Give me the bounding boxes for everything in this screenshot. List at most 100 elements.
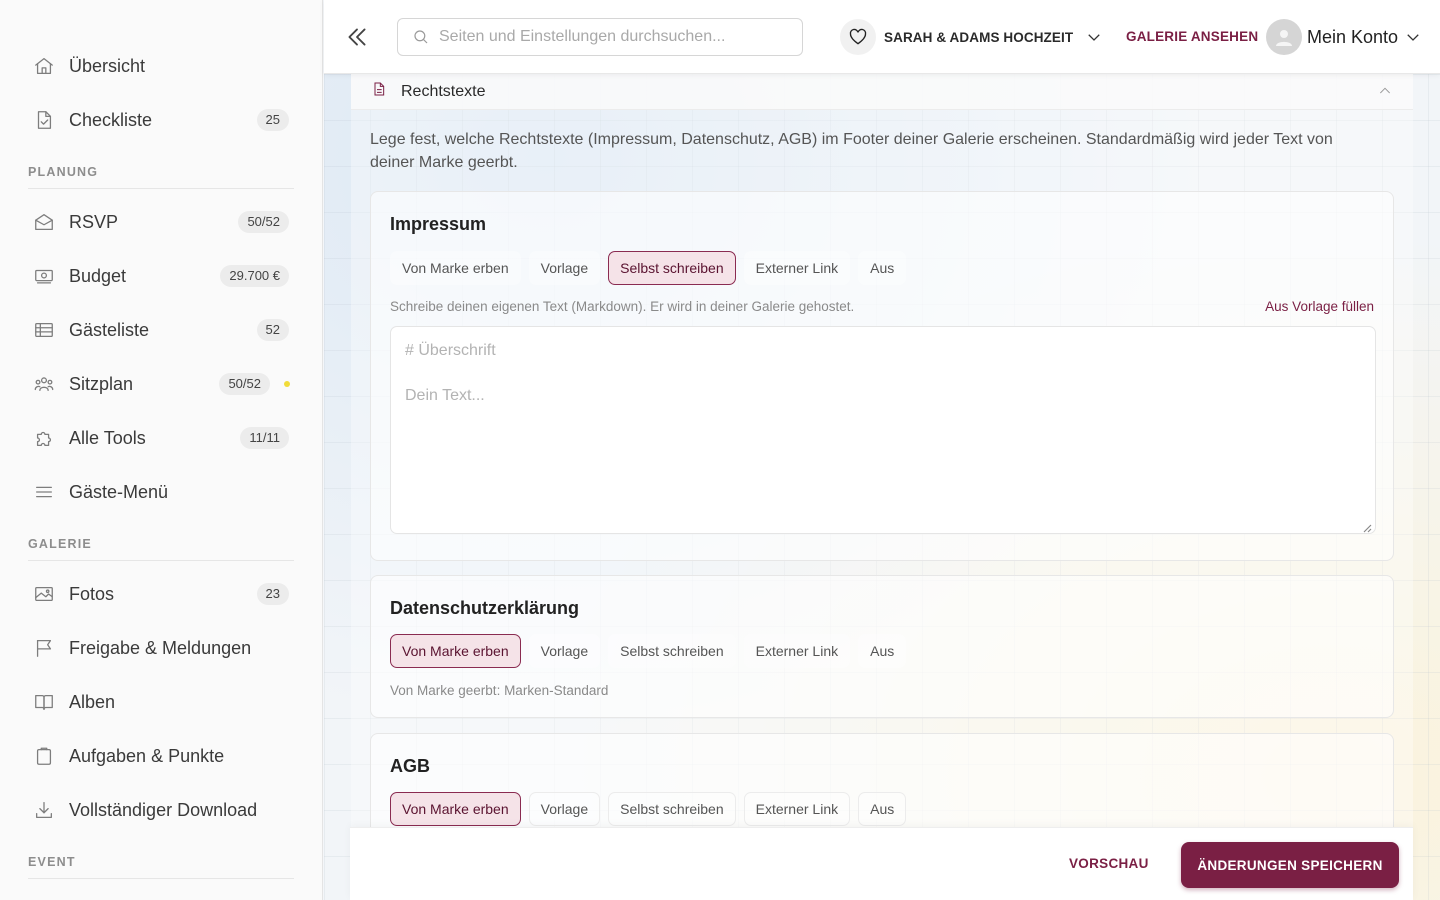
top-bar: SARAH & ADAMS HOCHZEIT GALERIE ANSEHEN M… xyxy=(324,0,1440,74)
option-write-own[interactable]: Selbst schreiben xyxy=(608,251,736,285)
clipboard-icon xyxy=(32,744,56,768)
datenschutz-card: Datenschutzerklärung Von Marke erben Vor… xyxy=(370,575,1394,718)
puzzle-icon xyxy=(32,426,56,450)
chevron-up-icon[interactable] xyxy=(1377,83,1393,104)
option-template[interactable]: Vorlage xyxy=(528,792,601,826)
sidebar-item-alle-tools[interactable]: Alle Tools 11/11 xyxy=(0,411,322,465)
sidebar-item-label: Übersicht xyxy=(69,55,146,76)
text-placeholder: Dein Text... xyxy=(405,387,485,404)
event-switcher[interactable]: SARAH & ADAMS HOCHZEIT xyxy=(840,19,1103,55)
heading-placeholder: # Überschrift xyxy=(405,342,496,359)
panel-header[interactable]: Rechtstexte xyxy=(351,74,1413,110)
heart-icon xyxy=(840,19,876,55)
sidebar: Übersicht Checkliste 25 PLANUNG RSVP 50/… xyxy=(0,0,323,900)
impressum-mode-selector: Von Marke erben Vorlage Selbst schreiben… xyxy=(390,251,907,285)
sidebar-item-download[interactable]: Vollständiger Download xyxy=(0,783,322,837)
option-external-link[interactable]: Externer Link xyxy=(743,634,851,668)
sidebar-item-label: Budget xyxy=(69,265,127,286)
sidebar-item-label: RSVP xyxy=(69,211,119,232)
sidebar-item-gaesteliste[interactable]: Gästeliste 52 xyxy=(0,303,322,357)
option-write-own[interactable]: Selbst schreiben xyxy=(608,792,736,826)
search-box[interactable] xyxy=(397,18,803,56)
count-badge: 23 xyxy=(256,583,289,605)
count-badge: 25 xyxy=(256,109,289,131)
section-title-planung: PLANUNG xyxy=(28,165,294,189)
sidebar-item-label: Vollständiger Download xyxy=(69,799,258,820)
sidebar-item-aufgaben[interactable]: Aufgaben & Punkte xyxy=(0,729,322,783)
document-icon xyxy=(371,81,387,102)
chevron-down-icon xyxy=(1085,28,1103,46)
amount-badge: 29.700 € xyxy=(220,265,289,287)
sidebar-item-label: Gästeliste xyxy=(69,319,150,340)
option-write-own[interactable]: Selbst schreiben xyxy=(608,634,736,668)
checklist-icon xyxy=(32,108,56,132)
agb-mode-selector: Von Marke erben Vorlage Selbst schreiben… xyxy=(390,792,907,826)
count-badge: 11/11 xyxy=(240,427,289,449)
sidebar-item-label: Gäste-Menü xyxy=(69,481,169,502)
sidebar-item-budget[interactable]: Budget 29.700 € xyxy=(0,249,322,303)
preview-button[interactable]: VORSCHAU xyxy=(1069,856,1149,871)
people-icon xyxy=(32,372,56,396)
chevron-down-icon xyxy=(1404,28,1422,46)
sidebar-item-label: Alle Tools xyxy=(69,427,146,448)
image-icon xyxy=(32,582,56,606)
view-gallery-link[interactable]: GALERIE ANSEHEN xyxy=(1126,29,1258,44)
sidebar-item-fotos[interactable]: Fotos 23 xyxy=(0,567,322,621)
option-external-link[interactable]: Externer Link xyxy=(743,251,851,285)
search-icon xyxy=(414,30,428,44)
card-title: AGB xyxy=(390,756,430,776)
count-badge: 52 xyxy=(256,319,289,341)
impressum-hint: Schreibe deinen eigenen Text (Markdown).… xyxy=(390,299,855,314)
sidebar-item-label: Fotos xyxy=(69,583,115,604)
menu-icon xyxy=(32,480,56,504)
main-content: Rechtstexte Lege fest, welche Rechtstext… xyxy=(324,74,1440,900)
money-icon xyxy=(32,264,56,288)
section-title-event: EVENT xyxy=(28,855,294,879)
sidebar-item-label: Checkliste xyxy=(69,109,153,130)
collapse-sidebar-button[interactable] xyxy=(344,24,370,50)
user-icon xyxy=(1276,30,1292,46)
fill-from-template-link[interactable]: Aus Vorlage füllen xyxy=(1265,299,1374,314)
count-badge: 50/52 xyxy=(238,211,289,233)
option-inherit[interactable]: Von Marke erben xyxy=(390,792,521,826)
sidebar-item-checkliste[interactable]: Checkliste 25 xyxy=(0,93,322,147)
avatar xyxy=(1266,19,1302,55)
impressum-text-editor[interactable]: # Überschrift Dein Text... xyxy=(390,326,1376,534)
option-template[interactable]: Vorlage xyxy=(528,634,601,668)
sidebar-item-gaeste-menue[interactable]: Gäste-Menü xyxy=(0,465,322,519)
search-input[interactable] xyxy=(439,28,779,46)
option-inherit[interactable]: Von Marke erben xyxy=(390,634,521,668)
save-changes-button[interactable]: ÄNDERUNGEN SPEICHERN xyxy=(1181,842,1399,888)
resize-handle-icon[interactable] xyxy=(1362,520,1372,533)
datenschutz-mode-selector: Von Marke erben Vorlage Selbst schreiben… xyxy=(390,634,907,668)
home-icon xyxy=(32,54,56,78)
account-menu[interactable]: Mein Konto xyxy=(1266,18,1422,56)
sidebar-item-label: Freigabe & Meldungen xyxy=(69,637,252,658)
card-title: Impressum xyxy=(390,214,487,234)
sidebar-item-sitzplan[interactable]: Sitzplan 50/52 xyxy=(0,357,322,411)
option-off[interactable]: Aus xyxy=(858,251,907,285)
option-inherit[interactable]: Von Marke erben xyxy=(390,251,521,285)
panel-description: Lege fest, welche Rechtstexte (Impressum… xyxy=(370,131,1333,171)
sidebar-item-alben[interactable]: Alben xyxy=(0,675,322,729)
option-off[interactable]: Aus xyxy=(858,792,907,826)
section-title-galerie: GALERIE xyxy=(28,537,294,561)
datenschutz-hint: Von Marke geerbt: Marken-Standard xyxy=(390,683,609,698)
flag-icon xyxy=(32,636,56,660)
sidebar-item-uebersicht[interactable]: Übersicht xyxy=(0,39,322,93)
envelope-icon xyxy=(32,210,56,234)
event-name: SARAH & ADAMS HOCHZEIT xyxy=(884,29,1074,45)
sidebar-item-label: Aufgaben & Punkte xyxy=(69,745,225,766)
sidebar-item-rsvp[interactable]: RSVP 50/52 xyxy=(0,195,322,249)
download-icon xyxy=(32,798,56,822)
double-chevron-left-icon xyxy=(348,28,366,46)
notification-dot xyxy=(284,381,290,387)
option-external-link[interactable]: Externer Link xyxy=(743,792,851,826)
sidebar-item-freigabe[interactable]: Freigabe & Meldungen xyxy=(0,621,322,675)
account-label: Mein Konto xyxy=(1307,26,1399,47)
option-template[interactable]: Vorlage xyxy=(528,251,601,285)
card-title: Datenschutzerklärung xyxy=(390,598,580,618)
option-off[interactable]: Aus xyxy=(858,634,907,668)
panel-title: Rechtstexte xyxy=(401,82,486,100)
impressum-card: Impressum Von Marke erben Vorlage Selbst… xyxy=(370,191,1394,561)
